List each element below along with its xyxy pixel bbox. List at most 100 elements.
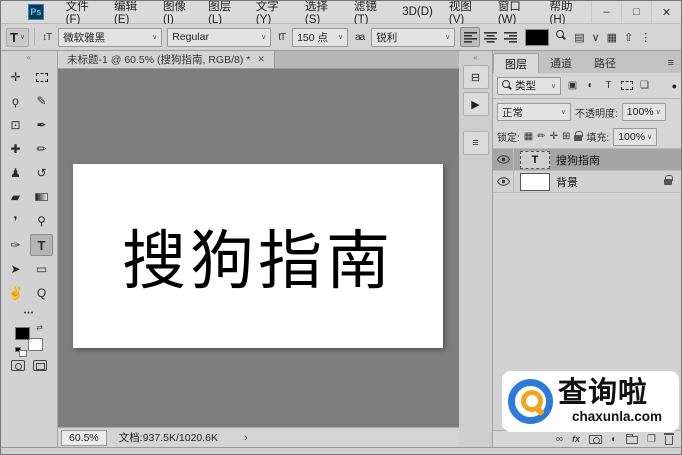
blur-tool[interactable]: ❜ xyxy=(4,210,27,232)
layer-effects-icon[interactable]: fx xyxy=(572,434,580,444)
maximize-button[interactable]: □ xyxy=(621,1,651,23)
lock-position-icon[interactable]: ✛ xyxy=(550,131,558,142)
tab-通道[interactable]: 通道 xyxy=(539,53,583,73)
eraser-tool[interactable]: ▰ xyxy=(4,186,27,208)
menu-item[interactable]: 文字(Y) xyxy=(248,1,297,26)
blend-mode-select[interactable]: 正常 ∨ xyxy=(497,103,571,121)
marquee-tool[interactable] xyxy=(30,66,53,88)
layer-row[interactable]: T 搜狗指南 xyxy=(493,149,681,171)
menu-item[interactable]: 视图(V) xyxy=(441,1,490,26)
history-panel-button[interactable]: ⊟ xyxy=(462,65,489,89)
font-size-select[interactable]: 150 点 ∨ xyxy=(292,27,349,47)
swap-colors-icon[interactable]: ⇄ xyxy=(36,323,43,332)
align-center-button[interactable] xyxy=(480,27,500,47)
layer-name[interactable]: 搜狗指南 xyxy=(556,152,681,168)
default-colors-icon[interactable] xyxy=(15,347,27,357)
workspace-icon[interactable]: ▦ xyxy=(607,31,617,44)
search-icon[interactable] xyxy=(556,30,567,44)
rectangle-tool[interactable]: ▭ xyxy=(30,258,53,280)
layer-visibility-toggle[interactable] xyxy=(493,149,514,170)
layer-thumbnail[interactable] xyxy=(520,172,550,191)
new-layer-icon[interactable]: ❐ xyxy=(647,434,656,445)
font-family-select[interactable]: 微软雅黑 ∨ xyxy=(58,27,163,47)
type-tool[interactable]: T xyxy=(30,234,53,256)
filter-pixel-layers-icon[interactable]: ▣ xyxy=(564,78,581,94)
menu-item[interactable]: 窗口(W) xyxy=(490,1,542,26)
menu-item[interactable]: 滤镜(T) xyxy=(346,1,394,26)
menu-item[interactable]: 图层(L) xyxy=(200,1,248,26)
menu-item[interactable]: 帮助(H) xyxy=(542,1,591,26)
type-tool-preset[interactable]: T ∨ xyxy=(6,27,30,47)
dodge-tool[interactable]: ⚲ xyxy=(30,210,53,232)
font-style-select[interactable]: Regular ∨ xyxy=(167,27,272,47)
healing-brush-tool[interactable]: ✚ xyxy=(4,138,27,160)
close-button[interactable]: ✕ xyxy=(651,1,681,23)
filter-type-layers-icon[interactable]: T xyxy=(600,78,617,94)
properties-panel-button[interactable]: ≡ xyxy=(462,131,489,155)
brush-tool[interactable]: ✏ xyxy=(30,138,53,160)
zoom-level-field[interactable]: 60.5% xyxy=(61,429,107,446)
delete-layer-icon[interactable] xyxy=(664,433,674,445)
history-brush-tool[interactable]: ↺ xyxy=(30,162,53,184)
background-color-swatch[interactable] xyxy=(28,338,43,351)
anti-alias-select[interactable]: 锐利 ∨ xyxy=(371,27,456,47)
new-group-icon[interactable] xyxy=(626,434,639,444)
quick-mask-button[interactable] xyxy=(11,360,25,371)
kebab-menu-icon[interactable]: ⋮ xyxy=(640,31,651,44)
gradient-tool[interactable] xyxy=(30,186,53,208)
crop-tool[interactable]: ⊡ xyxy=(4,114,27,136)
zoom-tool[interactable]: Q xyxy=(30,282,53,304)
document-tab[interactable]: 未标题-1 @ 60.5% (搜狗指南, RGB/8) * ✕ xyxy=(58,51,275,68)
canvas-pasteboard[interactable]: 搜狗指南 xyxy=(58,69,459,427)
panel-menu-icon[interactable]: ≡ xyxy=(661,53,681,73)
actions-panel-button[interactable]: ▶ xyxy=(462,92,489,116)
fill-select[interactable]: 100% ∨ xyxy=(613,127,658,146)
close-tab-icon[interactable]: ✕ xyxy=(257,54,265,65)
menu-item[interactable]: 3D(D) xyxy=(394,1,441,23)
menu-item[interactable]: 选择(S) xyxy=(297,1,346,26)
move-tool[interactable]: ✛ xyxy=(4,66,27,88)
panel-toggle-icon[interactable]: ▤ xyxy=(574,31,584,44)
filter-adjustment-layers-icon[interactable]: ◐ xyxy=(582,78,599,94)
layer-row[interactable]: 背景 xyxy=(493,171,681,193)
align-right-button[interactable] xyxy=(500,27,520,47)
align-left-button[interactable] xyxy=(460,27,481,47)
adjustment-layer-icon[interactable]: ◐ xyxy=(611,434,617,445)
menu-item[interactable]: 编辑(E) xyxy=(106,1,155,26)
filter-type-select[interactable]: 类型 ∨ xyxy=(497,76,561,95)
toolbar-collapse-button[interactable]: « xyxy=(27,53,31,63)
chevron-down-icon[interactable]: ∨ xyxy=(592,31,600,44)
text-orientation-icon[interactable]: ↕T xyxy=(40,32,53,43)
lock-artboard-icon[interactable]: ⊞ xyxy=(562,131,570,142)
layer-thumbnail[interactable]: T xyxy=(520,150,550,169)
opacity-select[interactable]: 100% ∨ xyxy=(621,103,666,121)
clone-stamp-tool[interactable]: ♟ xyxy=(4,162,27,184)
menu-item[interactable]: 文件(F) xyxy=(58,1,106,26)
status-options-icon[interactable]: › xyxy=(244,432,248,444)
pen-tool[interactable]: ✑ xyxy=(4,234,27,256)
filter-smart-objects-icon[interactable]: ❏ xyxy=(636,78,653,94)
hand-tool[interactable]: ✌ xyxy=(4,282,27,304)
path-selection-tool[interactable]: ➤ xyxy=(4,258,27,280)
add-mask-icon[interactable] xyxy=(588,434,602,444)
lock-pixels-icon[interactable]: ✏ xyxy=(537,131,545,142)
lasso-tool[interactable]: ϙ xyxy=(4,90,27,112)
eyedropper-tool[interactable]: ✒ xyxy=(30,114,53,136)
tab-路径[interactable]: 路径 xyxy=(583,53,627,73)
quick-selection-tool[interactable]: ✎ xyxy=(30,90,53,112)
filter-shape-layers-icon[interactable] xyxy=(618,78,635,94)
dock-collapse-button[interactable]: « xyxy=(473,53,477,62)
foreground-color-swatch[interactable] xyxy=(15,327,30,340)
layer-name[interactable]: 背景 xyxy=(556,174,664,190)
edit-toolbar-button[interactable]: ••• xyxy=(24,310,34,317)
minimize-button[interactable]: – xyxy=(591,1,621,23)
document-canvas[interactable]: 搜狗指南 xyxy=(73,164,443,348)
layer-visibility-toggle[interactable] xyxy=(493,171,514,192)
filter-toggle-button[interactable]: ● xyxy=(672,81,677,91)
share-icon[interactable]: ⇧ xyxy=(624,31,633,44)
lock-transparency-icon[interactable]: ▦ xyxy=(524,131,533,142)
text-color-swatch[interactable] xyxy=(525,28,550,46)
lock-all-icon[interactable] xyxy=(574,131,584,141)
tab-图层[interactable]: 图层 xyxy=(493,53,539,73)
menu-item[interactable]: 图像(I) xyxy=(155,1,200,26)
